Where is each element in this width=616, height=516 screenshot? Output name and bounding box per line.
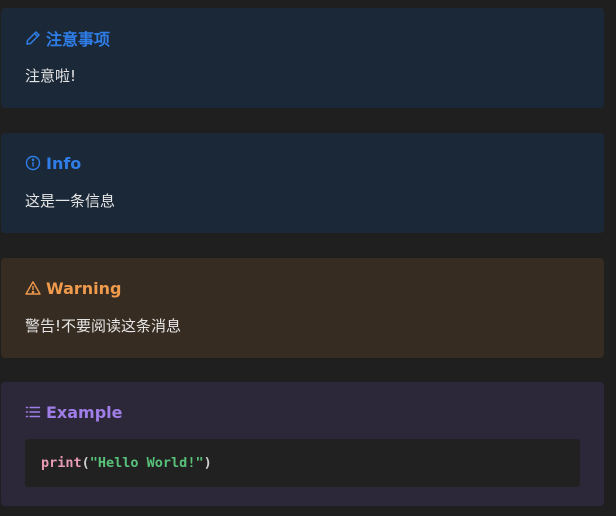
warning-body: 警告!不要阅读这条消息 bbox=[25, 317, 182, 335]
warning-title-text: Warning bbox=[46, 278, 122, 298]
warning-triangle-icon bbox=[25, 281, 41, 295]
warning-title: Warning bbox=[25, 276, 580, 300]
code-open-paren: ( bbox=[81, 455, 90, 471]
note-title-text: 注意事项 bbox=[46, 30, 111, 49]
info-callout: Info 这是一条信息 bbox=[1, 133, 604, 233]
info-circle-icon bbox=[25, 155, 41, 171]
pencil-icon bbox=[26, 31, 40, 45]
warning-callout: Warning 警告!不要阅读这条消息 bbox=[1, 258, 604, 358]
info-title-text: Info bbox=[46, 153, 82, 173]
code-block: print("Hello World!") bbox=[25, 439, 580, 487]
note-body: 注意啦! bbox=[25, 67, 77, 85]
example-title: Example bbox=[25, 400, 580, 424]
note-title: 注意事项 bbox=[25, 26, 580, 50]
note-callout: 注意事项 注意啦! bbox=[1, 8, 604, 108]
code-function: print bbox=[41, 455, 82, 471]
info-title: Info bbox=[25, 151, 580, 175]
code-string: "Hello World!" bbox=[89, 455, 204, 471]
code-close-paren: ) bbox=[203, 455, 212, 471]
example-callout: Example print("Hello World!") bbox=[1, 382, 604, 506]
page: 注意事项 注意啦! Info 这是一条信息 Warning 警告!不要阅读这条消… bbox=[0, 0, 616, 516]
list-icon bbox=[25, 406, 41, 418]
info-body: 这是一条信息 bbox=[25, 192, 116, 210]
example-title-text: Example bbox=[46, 402, 123, 422]
